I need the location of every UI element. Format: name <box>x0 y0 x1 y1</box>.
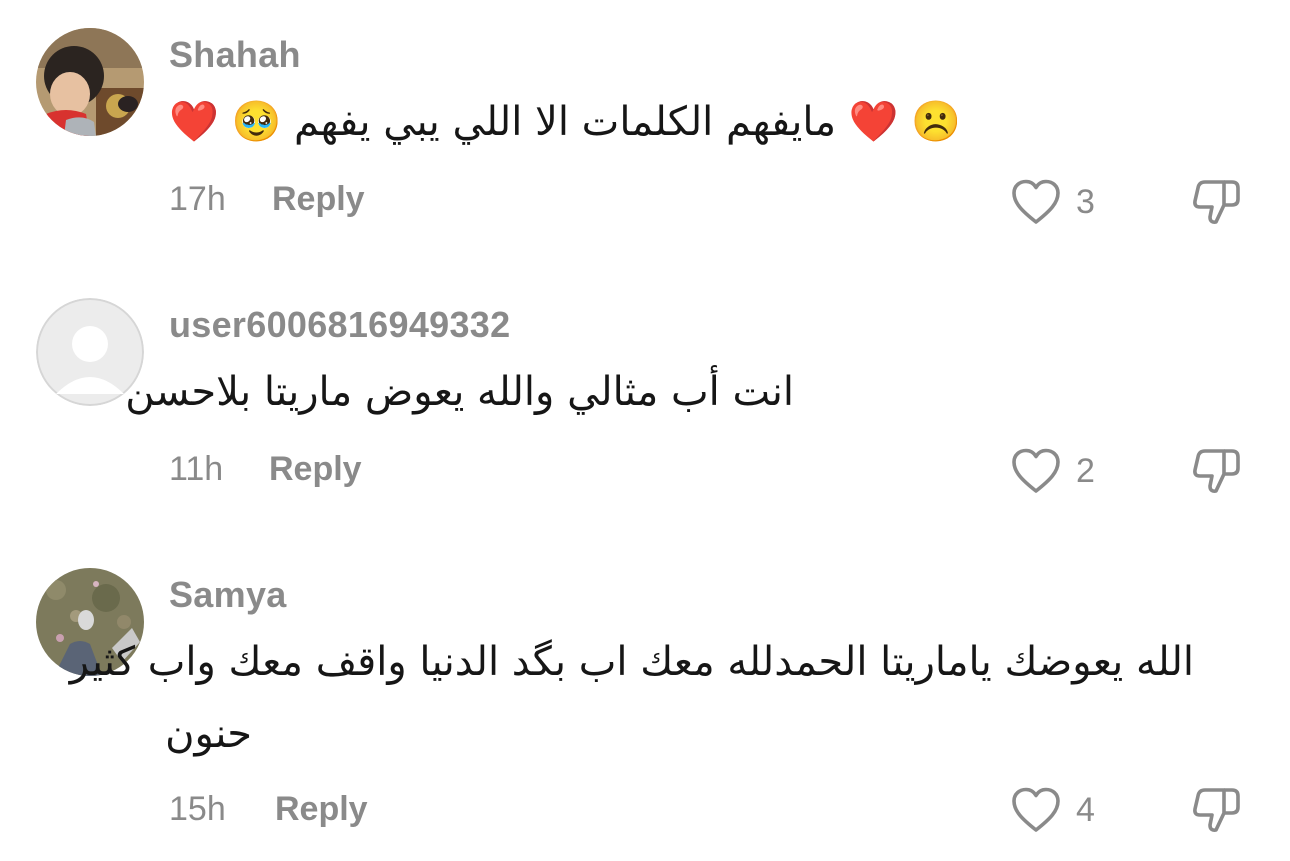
dislike-button[interactable] <box>1190 784 1244 841</box>
comment-text-line: الله يعوضك ياماريتا الحمدلله معك اب بگد … <box>69 639 1194 685</box>
like-button[interactable]: 2 <box>1010 441 1095 501</box>
timestamp: 11h <box>169 450 224 488</box>
comment-text-row: ❤️ 🥹 مايفهم الكلمات الا اللي يبي يفهم ❤️… <box>169 88 961 156</box>
heart-outline-icon <box>1012 179 1060 224</box>
timestamp: 17h <box>169 180 226 218</box>
thumbs-down-outline-icon <box>1193 449 1240 493</box>
reply-button[interactable]: Reply <box>269 450 362 489</box>
emoji-group: ❤️ 🥹 <box>169 99 282 145</box>
avatar[interactable] <box>36 28 144 136</box>
like-button[interactable]: 3 <box>1010 172 1095 232</box>
timestamp: 15h <box>169 790 226 828</box>
child-photo-avatar <box>36 28 144 136</box>
dislike-button[interactable] <box>1190 445 1244 502</box>
reply-button[interactable]: Reply <box>275 790 368 829</box>
dislike-button[interactable] <box>1190 176 1244 233</box>
like-button[interactable]: 4 <box>1010 780 1095 840</box>
comment-text: انت أب مثالي والله يعوض ماريتا بلاحسن <box>125 369 794 415</box>
like-count: 2 <box>1076 451 1095 490</box>
comment-meta: 11h Reply <box>169 450 419 494</box>
username[interactable]: user6006816949332 <box>169 304 510 346</box>
comment-text: مايفهم الكلمات الا اللي يبي يفهم <box>294 99 837 145</box>
comment-meta: 15h Reply <box>169 790 419 834</box>
reply-button[interactable]: Reply <box>272 180 365 219</box>
thumbs-down-outline-icon <box>1193 180 1240 224</box>
like-count: 4 <box>1076 790 1095 829</box>
username[interactable]: Samya <box>169 574 287 616</box>
emoji-group: ❤️ ☹️ <box>848 99 962 145</box>
username[interactable]: Shahah <box>169 34 301 76</box>
comment-text-line: حنون <box>165 711 252 757</box>
like-count: 3 <box>1076 182 1095 221</box>
comment-meta: 17h Reply <box>169 180 419 224</box>
heart-outline-icon <box>1012 787 1060 832</box>
thumbs-down-outline-icon <box>1193 788 1240 832</box>
heart-outline-icon <box>1012 448 1060 493</box>
